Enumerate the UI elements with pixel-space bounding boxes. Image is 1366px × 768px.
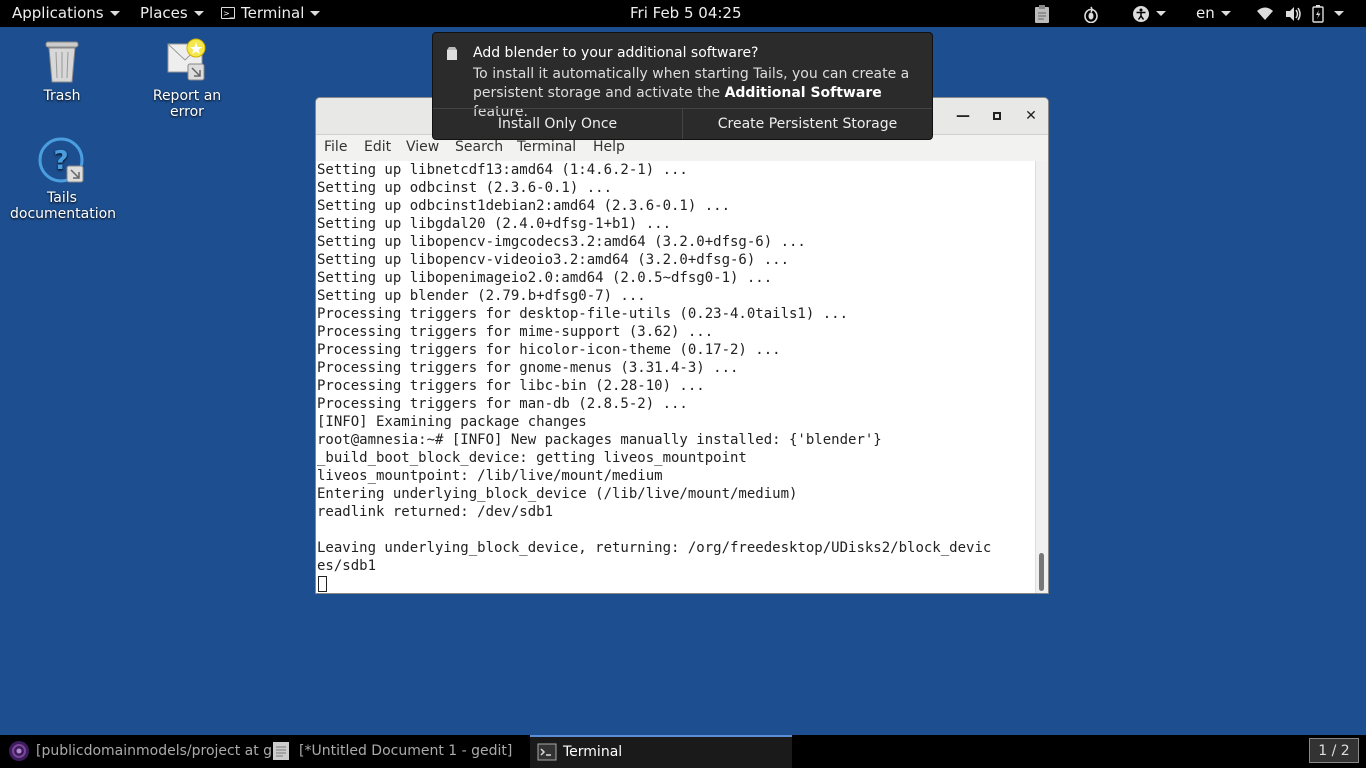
desktop-icon-label: Tails documentation <box>10 190 117 222</box>
terminal-line: Entering underlying_block_device (/lib/l… <box>317 486 798 502</box>
workspace-indicator[interactable]: 1 / 2 <box>1309 738 1359 763</box>
desktop-icon-label: Report an error <box>152 88 222 120</box>
chevron-down-icon <box>1156 11 1166 16</box>
applications-menu[interactable]: Applications <box>12 0 120 27</box>
terminal-scrollbar[interactable] <box>1035 161 1048 593</box>
clock-label: Fri Feb 5 04:25 <box>630 4 742 22</box>
terminal-app-menu[interactable]: >_ Terminal <box>221 0 321 27</box>
terminal-line: Processing triggers for mime-support (3.… <box>317 324 714 340</box>
additional-software-notification: Add blender to your additional software?… <box>432 32 933 140</box>
terminal-line: Setting up libopenimageio2.0:amd64 (2.0.… <box>317 270 773 286</box>
applications-label: Applications <box>12 4 104 22</box>
minimize-icon: — <box>956 108 970 124</box>
places-label: Places <box>140 4 188 22</box>
terminal-line: Leaving underlying_block_device, returni… <box>317 540 992 556</box>
terminal-line: Processing triggers for hicolor-icon-the… <box>317 342 781 358</box>
task-label: Terminal <box>563 744 623 760</box>
terminal-prompt-line <box>316 575 1038 593</box>
text-cursor <box>318 576 327 592</box>
install-only-once-button[interactable]: Install Only Once <box>433 109 682 139</box>
terminal-line: Setting up blender (2.79.b+dfsg0-7) ... <box>317 288 646 304</box>
wifi-icon <box>1257 7 1273 20</box>
menu-terminal[interactable]: Terminal <box>517 139 576 155</box>
desktop-icon-label: Trash <box>43 88 81 104</box>
desktop-icon-tails-documentation[interactable]: ? Tails documentation <box>10 136 117 222</box>
notification-body-line1: To install it automatically when startin… <box>473 66 910 82</box>
notification-actions: Install Only Once Create Persistent Stor… <box>433 108 932 139</box>
terminal-icon <box>537 743 557 761</box>
text-editor-icon <box>273 742 289 760</box>
clock[interactable]: Fri Feb 5 04:25 <box>630 0 742 27</box>
terminal-line: root@amnesia:~# [INFO] New packages manu… <box>317 432 882 448</box>
task-gedit[interactable]: [*Untitled Document 1 - gedit] <box>271 735 512 768</box>
menu-edit[interactable]: Edit <box>364 139 391 155</box>
terminal-line: liveos_mountpoint: /lib/live/mount/mediu… <box>317 468 663 484</box>
accessibility-icon <box>1133 5 1149 22</box>
language-menu[interactable]: en <box>1196 0 1231 27</box>
terminal-line: _build_boot_block_device: getting liveos… <box>317 450 747 466</box>
close-button[interactable]: ✕ <box>1021 106 1041 126</box>
menu-view[interactable]: View <box>406 139 439 155</box>
terminal-line: Setting up libnetcdf13:amd64 (1:4.6.2-1)… <box>317 162 688 178</box>
svg-text:?: ? <box>53 146 68 176</box>
terminal-app-label: Terminal <box>241 4 305 22</box>
terminal-line: [INFO] Examining package changes <box>317 414 587 430</box>
terminal-line: Processing triggers for libc-bin (2.28-1… <box>317 378 705 394</box>
chevron-down-icon <box>310 11 321 16</box>
create-persistent-storage-button[interactable]: Create Persistent Storage <box>682 109 932 139</box>
report-error-icon <box>164 36 210 84</box>
chevron-down-icon <box>1334 11 1345 16</box>
task-label: [*Untitled Document 1 - gedit] <box>299 743 513 759</box>
chevron-down-icon <box>193 11 204 16</box>
terminal-line: Setting up libopencv-videoio3.2:amd64 (3… <box>317 252 790 268</box>
taskbar: [publicdomainmodels/project at g... [*Un… <box>0 735 1366 768</box>
clipboard-icon[interactable] <box>1033 0 1051 27</box>
maximize-button[interactable] <box>987 106 1007 126</box>
body-text: persistent storage and activate the <box>473 85 725 101</box>
tor-onion-icon[interactable] <box>1083 0 1099 27</box>
chevron-down-icon <box>1220 11 1231 16</box>
terminal-line: readlink returned: /dev/sdb1 <box>317 504 554 520</box>
task-label: [publicdomainmodels/project at g... <box>36 743 286 759</box>
terminal-line: Setting up odbcinst1debian2:amd64 (2.3.6… <box>317 198 731 214</box>
desktop-icon-report-error[interactable]: Report an error <box>134 36 240 120</box>
menu-search[interactable]: Search <box>455 139 503 155</box>
terminal-line: Processing triggers for gnome-menus (3.3… <box>317 360 739 376</box>
accessibility-menu[interactable] <box>1132 0 1166 27</box>
help-icon: ? <box>37 136 87 186</box>
battery-icon <box>1311 4 1324 23</box>
task-tor-browser[interactable]: [publicdomainmodels/project at g... <box>8 735 285 768</box>
package-icon <box>447 47 457 60</box>
terminal-line: Setting up libgdal20 (2.4.0+dfsg-1+b1) .… <box>317 216 672 232</box>
terminal-line: Processing triggers for man-db (2.8.5-2)… <box>317 396 688 412</box>
places-menu[interactable]: Places <box>140 0 204 27</box>
menu-file[interactable]: File <box>324 139 347 155</box>
terminal-icon: >_ <box>221 6 235 19</box>
chevron-down-icon <box>109 11 120 16</box>
maximize-icon <box>993 112 1001 120</box>
top-bar: Applications Places >_ Terminal Fri Feb 5… <box>0 0 1366 27</box>
terminal-window: — ✕ File Edit View Search Terminal Help … <box>315 97 1049 594</box>
desktop-icon-trash[interactable]: Trash <box>22 36 102 104</box>
close-icon: ✕ <box>1025 108 1037 124</box>
terminal-line: Setting up odbcinst (2.3.6-0.1) ... <box>317 180 613 196</box>
terminal-line: Setting up libopencv-imgcodecs3.2:amd64 … <box>317 234 806 250</box>
body-bold-text: Additional Software <box>724 85 882 101</box>
minimize-button[interactable]: — <box>953 106 973 126</box>
terminal-line: es/sdb1 <box>317 558 377 574</box>
terminal-output[interactable]: Setting up libnetcdf13:amd64 (1:4.6.2-1)… <box>316 161 1038 593</box>
tor-browser-icon <box>9 741 29 761</box>
system-menu[interactable] <box>1256 0 1366 27</box>
volume-icon <box>1285 6 1301 21</box>
language-label: en <box>1196 4 1215 22</box>
menu-help[interactable]: Help <box>593 139 625 155</box>
scrollbar-thumb[interactable] <box>1039 553 1044 591</box>
task-terminal[interactable]: Terminal <box>530 735 792 768</box>
trash-icon <box>40 36 84 84</box>
notification-title: Add blender to your additional software? <box>473 45 759 61</box>
terminal-line: Processing triggers for desktop-file-uti… <box>317 306 849 322</box>
